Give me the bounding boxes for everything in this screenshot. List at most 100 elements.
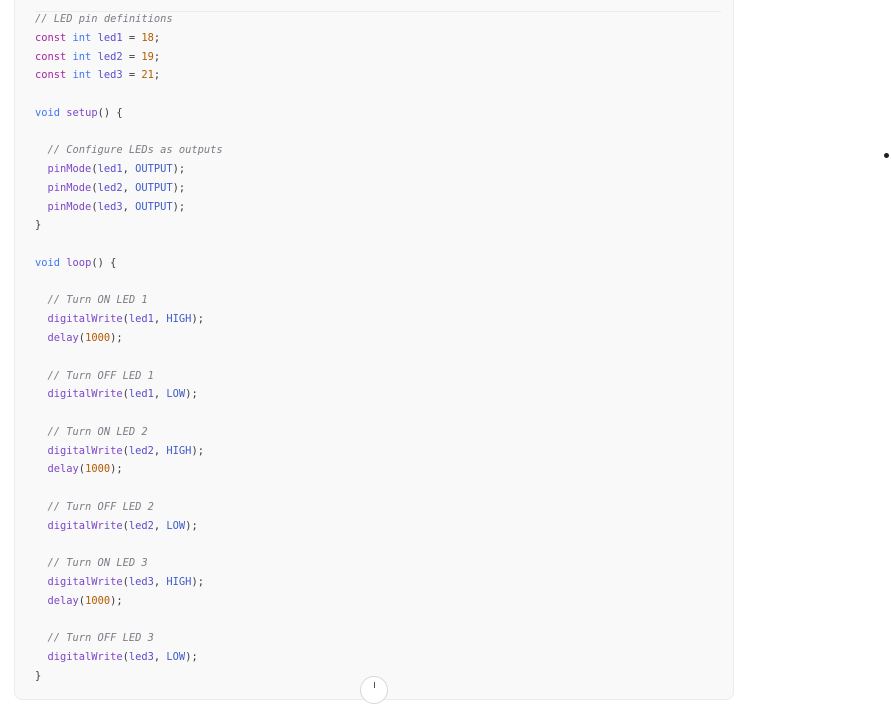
code-token-fn: digitalWrite	[47, 651, 123, 664]
code-token-punct: ,	[153, 313, 167, 326]
code-token-kw: const	[35, 69, 67, 82]
code-token-var: led2	[97, 181, 123, 194]
bullet-dot-icon	[884, 153, 889, 158]
code-token-punct: ,	[153, 444, 167, 457]
code-token-num: 18	[141, 31, 154, 44]
code-token-punct: );	[110, 332, 123, 345]
code-token-punct: }	[35, 669, 42, 682]
code-token-punct: );	[110, 594, 123, 607]
code-token-const: LOW	[166, 651, 186, 664]
code-line: void setup() {	[35, 104, 223, 123]
code-token-kw: const	[35, 50, 67, 63]
code-token-comment: // Turn ON LED 2	[47, 425, 148, 438]
code-token-punct: );	[185, 388, 198, 401]
code-token-punct: );	[191, 575, 204, 588]
code-token-fn: delay	[47, 594, 79, 607]
code-token-type: void	[35, 256, 61, 269]
code-token-punct: ,	[153, 575, 167, 588]
code-line: delay(1000);	[35, 329, 223, 348]
code-token-punct: () {	[91, 256, 117, 269]
code-token-punct: );	[110, 463, 123, 476]
code-line: // Turn ON LED 1	[35, 291, 223, 310]
code-token-fn: digitalWrite	[47, 519, 123, 532]
code-token-var: led1	[97, 163, 123, 176]
code-token-fn: pinMode	[47, 200, 92, 213]
code-token-punct: );	[185, 519, 198, 532]
code-token-comment: // Turn OFF LED 3	[47, 632, 154, 645]
code-token-fn: setup	[66, 106, 98, 119]
code-token-punct: ;	[153, 31, 161, 44]
code-line: // Turn ON LED 3	[35, 554, 223, 573]
code-token-kw: const	[35, 31, 67, 44]
code-line: // LED pin definitions	[35, 10, 223, 29]
code-token-const: OUTPUT	[135, 200, 173, 213]
code-token-num: 1000	[85, 594, 111, 607]
code-line: // Turn ON LED 2	[35, 423, 223, 442]
code-token-num: 1000	[85, 332, 111, 345]
code-token-num: 21	[141, 69, 154, 82]
code-line: digitalWrite(led2, HIGH);	[35, 442, 223, 461]
code-token-var: led2	[97, 50, 123, 63]
code-token-punct: ;	[153, 69, 161, 82]
code-line: digitalWrite(led3, LOW);	[35, 648, 223, 667]
code-token-punct: }	[35, 219, 42, 232]
code-token-type: int	[72, 69, 92, 82]
code-token-comment: // Turn ON LED 1	[47, 294, 148, 307]
code-token-punct: () {	[97, 106, 123, 119]
code-token-punct: ,	[122, 181, 136, 194]
code-line: digitalWrite(led3, HIGH);	[35, 573, 223, 592]
code-token-punct: ,	[122, 163, 136, 176]
code-token-punct: ,	[153, 519, 167, 532]
code-token-plain: =	[122, 69, 142, 82]
scroll-to-bottom-button[interactable]	[360, 676, 388, 704]
code-token-type: int	[72, 50, 92, 63]
code-token-plain: =	[122, 50, 142, 63]
code-line: }	[35, 216, 223, 235]
code-line: // Configure LEDs as outputs	[35, 141, 223, 160]
code-line: const int led2 = 19;	[35, 48, 223, 67]
code-line: }	[35, 667, 223, 686]
code-token-var: led3	[128, 651, 154, 664]
code-token-fn: digitalWrite	[47, 313, 123, 326]
code-token-const: HIGH	[166, 313, 192, 326]
code-line: digitalWrite(led1, LOW);	[35, 385, 223, 404]
code-token-fn: digitalWrite	[47, 388, 123, 401]
code-token-fn: pinMode	[47, 181, 92, 194]
code-token-comment: // Configure LEDs as outputs	[47, 144, 223, 157]
code-token-punct: );	[191, 313, 204, 326]
code-token-fn: pinMode	[47, 163, 92, 176]
code-token-punct: ,	[153, 651, 167, 664]
code-content[interactable]: // LED pin definitions const int led1 = 1…	[35, 10, 223, 686]
code-line: void loop() {	[35, 254, 223, 273]
code-token-fn: delay	[47, 332, 79, 345]
code-token-type: int	[72, 31, 92, 44]
code-token-punct: );	[185, 651, 198, 664]
code-token-var: led3	[97, 69, 123, 82]
code-token-punct: ,	[153, 388, 167, 401]
code-token-fn: digitalWrite	[47, 444, 123, 457]
code-token-const: HIGH	[166, 444, 192, 457]
code-token-comment: // Turn OFF LED 2	[47, 500, 154, 513]
arrow-down-icon	[374, 682, 375, 688]
code-line: // Turn OFF LED 1	[35, 367, 223, 386]
code-line: delay(1000);	[35, 460, 223, 479]
code-token-fn: digitalWrite	[47, 575, 123, 588]
code-token-const: OUTPUT	[135, 163, 173, 176]
code-token-punct: );	[172, 181, 186, 194]
code-line: // Turn OFF LED 2	[35, 498, 223, 517]
code-token-var: led1	[97, 31, 123, 44]
